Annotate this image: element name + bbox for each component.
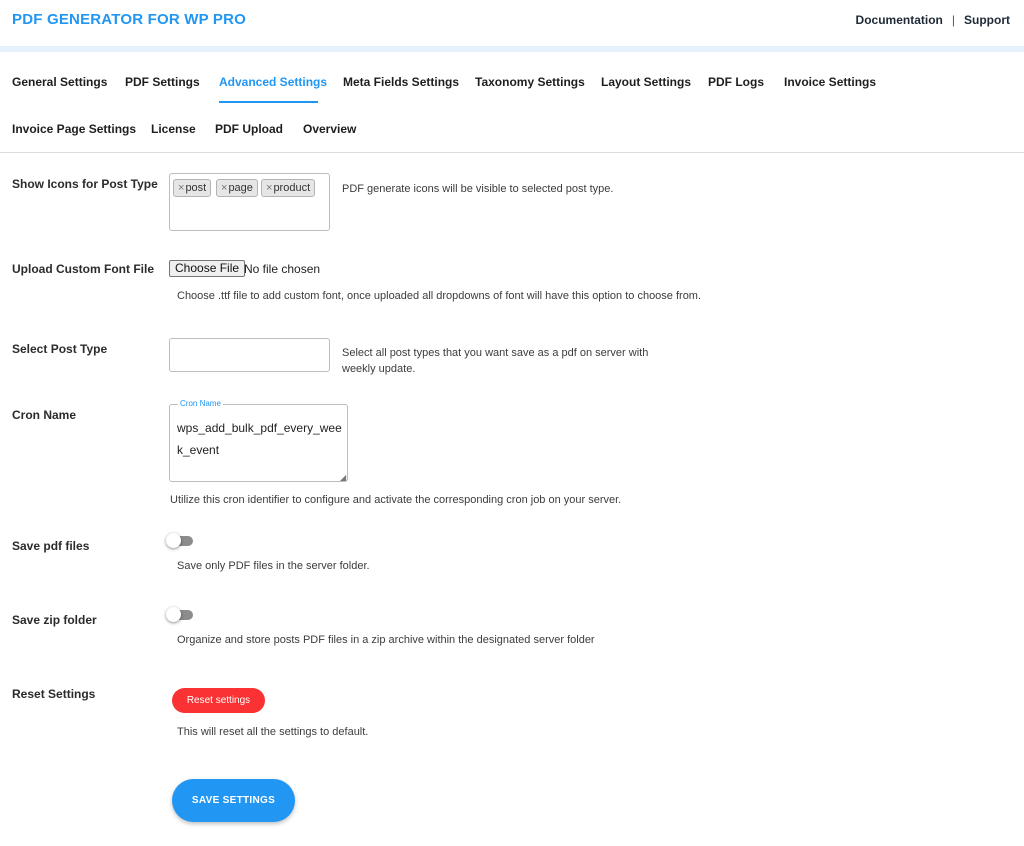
file-status-text: No file chosen: [244, 262, 321, 276]
chip-label: post: [185, 182, 207, 194]
support-link[interactable]: Support: [964, 13, 1010, 27]
show-icons-label: Show Icons for Post Type: [12, 177, 158, 191]
save-pdf-description: Save only PDF files in the server folder…: [177, 560, 370, 572]
choose-file-button[interactable]: Choose File: [169, 260, 246, 277]
chip-product: ×product: [261, 179, 316, 197]
reset-settings-button[interactable]: Reset settings: [172, 688, 265, 713]
tab-overview[interactable]: Overview: [303, 122, 356, 136]
resize-grip-icon[interactable]: ◢: [340, 473, 346, 482]
plugin-title: PDF GENERATOR FOR WP PRO: [12, 11, 246, 28]
top-bar: PDF GENERATOR FOR WP PRO Documentation | S…: [0, 0, 1024, 46]
chip-remove-icon[interactable]: ×: [266, 182, 272, 194]
documentation-link[interactable]: Documentation: [856, 13, 943, 27]
tab-pdf-logs[interactable]: PDF Logs: [708, 75, 764, 89]
tab-license[interactable]: License: [151, 122, 196, 136]
save-pdf-label: Save pdf files: [12, 539, 90, 553]
save-zip-toggle[interactable]: [166, 607, 194, 623]
chip-label: product: [273, 182, 311, 194]
select-post-type-description-line2: weekly update.: [342, 363, 416, 375]
select-post-type-input[interactable]: [169, 338, 330, 372]
save-zip-label: Save zip folder: [12, 613, 97, 627]
cron-name-value: wps_add_bulk_pdf_every_week_event: [177, 421, 342, 457]
top-links: Documentation | Support: [856, 13, 1010, 27]
custom-font-description: Choose .ttf file to add custom font, onc…: [177, 290, 702, 302]
tab-advanced-settings[interactable]: Advanced Settings: [219, 75, 327, 89]
chip-page: ×page: [216, 179, 258, 197]
chip-remove-icon[interactable]: ×: [178, 182, 184, 194]
tab-taxonomy-settings[interactable]: Taxonomy Settings: [475, 75, 585, 89]
tab-pdf-settings[interactable]: PDF Settings: [125, 75, 200, 89]
chip-label: page: [228, 182, 253, 194]
custom-font-label: Upload Custom Font File: [12, 262, 154, 276]
chip-remove-icon[interactable]: ×: [221, 182, 227, 194]
reset-settings-description: This will reset all the settings to defa…: [177, 726, 369, 738]
cron-name-label: Cron Name: [12, 408, 77, 422]
save-pdf-toggle[interactable]: [166, 533, 194, 549]
post-type-multiselect[interactable]: ×post ×page ×product: [169, 173, 330, 231]
cron-name-floating-label: Cron Name: [178, 399, 223, 408]
chip-post: ×post: [173, 179, 212, 197]
save-zip-description: Organize and store posts PDF files in a …: [177, 634, 595, 646]
link-separator: |: [951, 13, 955, 27]
tab-layout-settings[interactable]: Layout Settings: [601, 75, 691, 89]
tab-pdf-upload[interactable]: PDF Upload: [215, 122, 283, 136]
save-settings-button[interactable]: SAVE SETTINGS: [172, 779, 295, 822]
show-icons-description: PDF generate icons will be visible to se…: [342, 183, 614, 195]
cron-name-description: Utilize this cron identifier to configur…: [170, 494, 622, 506]
reset-settings-label: Reset Settings: [12, 687, 96, 701]
toggle-knob: [166, 533, 181, 548]
settings-tabs: General Settings PDF Settings Advanced S…: [0, 52, 1024, 153]
tab-meta-fields-settings[interactable]: Meta Fields Settings: [343, 75, 459, 89]
tab-invoice-settings[interactable]: Invoice Settings: [784, 75, 876, 89]
tab-invoice-page-settings[interactable]: Invoice Page Settings: [12, 122, 136, 136]
active-tab-indicator: [219, 101, 318, 103]
select-post-type-description-line1: Select all post types that you want save…: [342, 347, 649, 359]
toggle-knob: [166, 607, 181, 622]
select-post-type-label: Select Post Type: [12, 342, 108, 356]
tab-general-settings[interactable]: General Settings: [12, 75, 107, 89]
